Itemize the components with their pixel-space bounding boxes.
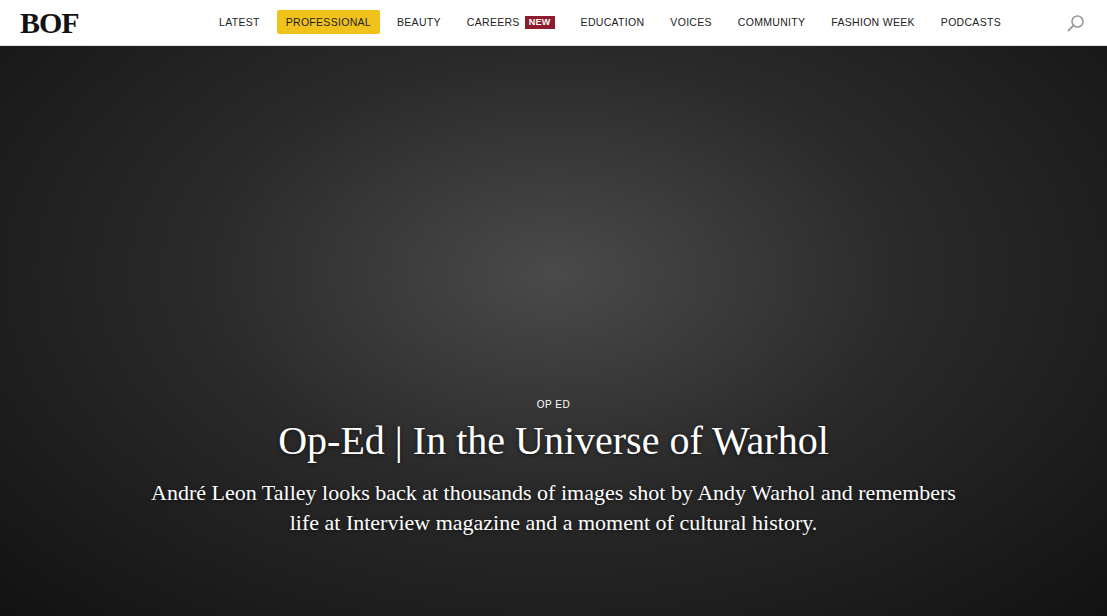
logo[interactable]: BOF — [20, 8, 210, 38]
top-bar: BOFLATEST PROFESSIONAL BEAUTY CAREERSNEW EDU… — [0, 0, 1107, 46]
nav-item[interactable]: CAREERSNEW — [458, 10, 564, 36]
nav-item[interactable]: LATEST — [210, 10, 269, 34]
search-icon — [1067, 14, 1085, 32]
kicker: OP ED — [537, 399, 570, 410]
hero-text: OP ED Op-Ed | In the Universe of Warhol An… — [144, 399, 964, 538]
hero[interactable]: OP ED Op-Ed | In the Universe of Warhol An… — [0, 46, 1107, 616]
nav-item[interactable]: VOICES — [661, 10, 720, 34]
nav-item[interactable]: PROFESSIONAL — [277, 10, 380, 34]
nav-item[interactable]: COMMUNITY — [729, 10, 814, 34]
nav-item[interactable]: PODCASTS — [932, 10, 1010, 34]
main-nav: LATEST PROFESSIONAL BEAUTY CAREERSNEW EDUCAT… — [210, 10, 1010, 36]
standfirst: André Leon Talley looks back at thousand… — [144, 478, 964, 538]
page: BOFLATEST PROFESSIONAL BEAUTY CAREERSNEW EDU… — [0, 0, 1107, 616]
headline[interactable]: Op-Ed | In the Universe of Warhol — [278, 418, 829, 464]
new-badge: NEW — [525, 16, 555, 30]
search-button[interactable] — [1063, 10, 1089, 36]
nav-item[interactable]: EDUCATION — [572, 10, 654, 34]
nav-item[interactable]: FASHION WEEK — [822, 10, 924, 34]
nav-item[interactable]: BEAUTY — [388, 10, 450, 34]
